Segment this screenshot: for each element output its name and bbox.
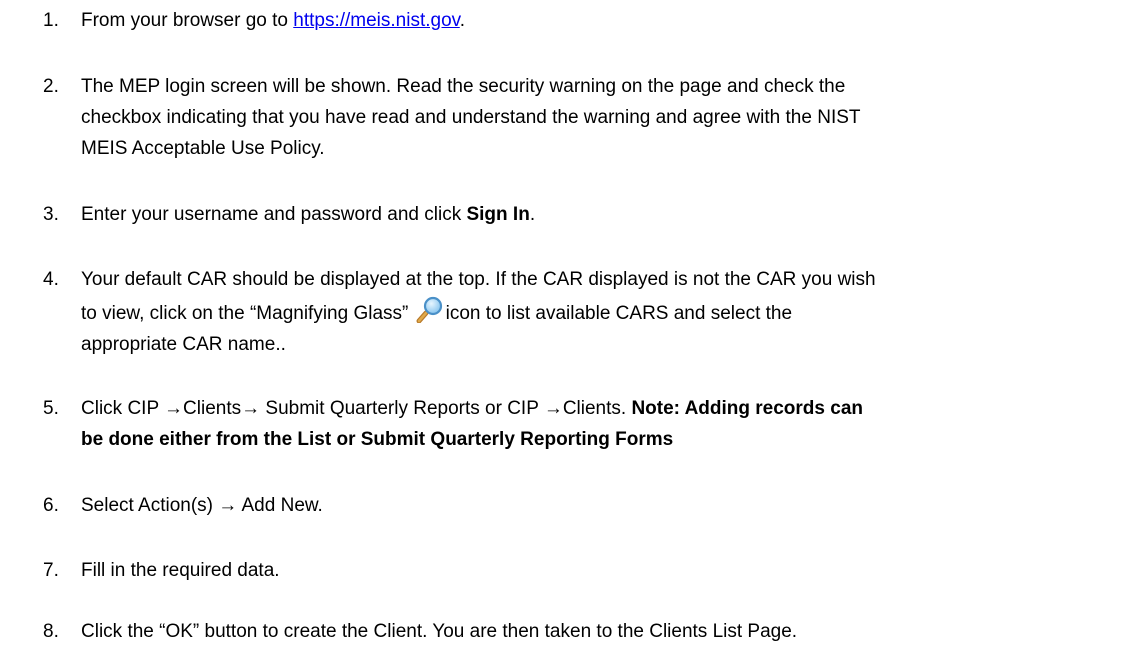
step-number: 4. bbox=[43, 269, 59, 290]
step-text: Your default CAR should be displayed at … bbox=[81, 269, 876, 355]
step-number: 1. bbox=[43, 10, 59, 31]
step-number: 5. bbox=[43, 398, 59, 419]
sign-in-label: Sign In bbox=[466, 204, 530, 225]
step-text: The MEP login screen will be shown. Read… bbox=[81, 76, 861, 159]
instruction-list: 1. From your browser go to https://meis.… bbox=[0, 0, 1122, 649]
note-continued: be done either from the List or Submit Q… bbox=[81, 429, 674, 450]
step-text: Fill in the required data. bbox=[81, 560, 280, 581]
step-number: 3. bbox=[43, 204, 59, 225]
step-number: 7. bbox=[43, 560, 59, 581]
step-text: Click the “OK” button to create the Clie… bbox=[81, 621, 798, 642]
step-text: From your browser go to https://meis.nis… bbox=[81, 10, 466, 31]
note-label: Note: Adding records can bbox=[631, 398, 863, 419]
meis-link[interactable]: https://meis.nist.gov bbox=[293, 10, 460, 31]
magnifying-glass-icon bbox=[416, 295, 444, 324]
step-number: 8. bbox=[43, 621, 59, 642]
step-text: Select Action(s) → Add New. bbox=[81, 495, 323, 516]
step-text: Enter your username and password and cli… bbox=[81, 204, 536, 225]
step-text: Click CIP →Clients→ Submit Quarterly Rep… bbox=[81, 398, 863, 450]
step-number: 6. bbox=[43, 495, 59, 516]
step-number: 2. bbox=[43, 76, 59, 97]
